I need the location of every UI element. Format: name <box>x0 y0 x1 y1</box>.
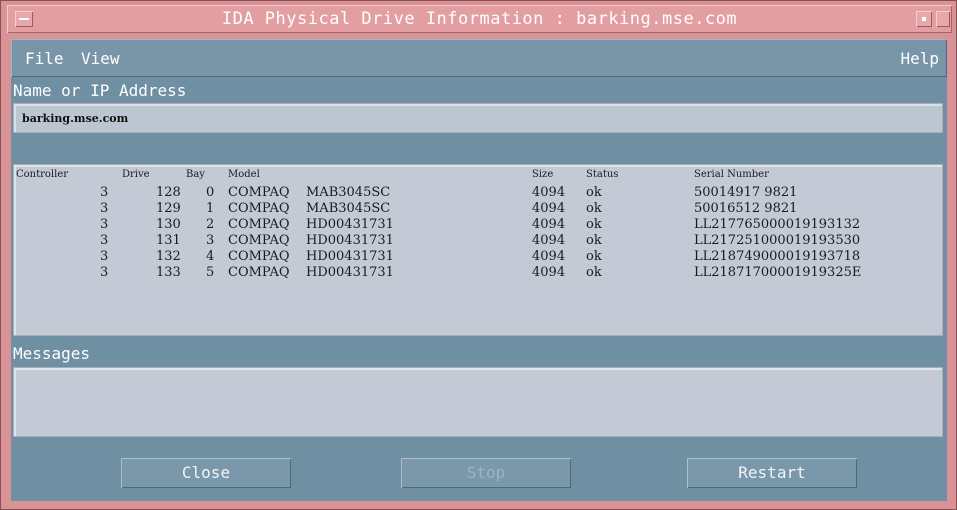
cell-model: HD00431731 <box>306 265 394 280</box>
title-bar[interactable]: IDA Physical Drive Information : barking… <box>7 5 952 33</box>
cell-bay: 1 <box>206 201 215 216</box>
cell-status: ok <box>586 201 602 216</box>
cell-bay: 5 <box>206 265 215 280</box>
cell-model: MAB3045SC <box>306 185 391 200</box>
table-row[interactable]: 3 130 2 COMPAQ HD00431731 4094 ok LL21776500001… <box>14 217 940 233</box>
restart-button[interactable]: Restart <box>687 458 857 488</box>
cell-vendor: COMPAQ <box>228 217 290 232</box>
cell-vendor: COMPAQ <box>228 233 290 248</box>
header-drive: Drive <box>122 169 150 180</box>
cell-serial: LL21871700001919325E <box>694 265 862 280</box>
header-size: Size <box>532 169 554 180</box>
maximize-button[interactable] <box>936 11 950 27</box>
menu-file[interactable]: File <box>25 49 64 68</box>
cell-drive: 133 <box>156 265 181 280</box>
address-label: Name or IP Address <box>11 81 947 101</box>
cell-vendor: COMPAQ <box>228 265 290 280</box>
cell-serial: 50016512 9821 <box>694 201 798 216</box>
menu-bar: File View Help <box>11 39 947 77</box>
cell-bay: 0 <box>206 185 215 200</box>
cell-controller: 3 <box>100 185 109 200</box>
cell-drive: 130 <box>156 217 181 232</box>
address-input[interactable]: barking.mse.com <box>13 103 943 133</box>
minimize-button[interactable] <box>916 11 932 27</box>
header-serial: Serial Number <box>694 169 769 180</box>
cell-size: 4094 <box>532 201 566 216</box>
cell-size: 4094 <box>532 249 566 264</box>
header-model: Model <box>228 169 260 180</box>
cell-model: MAB3045SC <box>306 201 391 216</box>
menu-help[interactable]: Help <box>900 49 939 68</box>
cell-serial: LL217251000019193530 <box>694 233 861 248</box>
cell-status: ok <box>586 249 602 264</box>
cell-controller: 3 <box>100 249 109 264</box>
table-row[interactable]: 3 129 1 COMPAQ MAB3045SC 4094 ok 50016512 9821 <box>14 201 940 217</box>
cell-model: HD00431731 <box>306 233 394 248</box>
minimize-icon <box>922 17 926 21</box>
cell-serial: LL218749000019193718 <box>694 249 861 264</box>
cell-status: ok <box>586 233 602 248</box>
cell-status: ok <box>586 265 602 280</box>
cell-serial: LL217765000019193132 <box>694 217 861 232</box>
client-area: File View Help Name or IP Address barkin… <box>11 39 947 501</box>
cell-size: 4094 <box>532 217 566 232</box>
table-row[interactable]: 3 131 3 COMPAQ HD00431731 4094 ok LL21725100001… <box>14 233 940 249</box>
cell-bay: 4 <box>206 249 215 264</box>
cell-status: ok <box>586 217 602 232</box>
cell-model: HD00431731 <box>306 249 394 264</box>
cell-controller: 3 <box>100 233 109 248</box>
window-title: IDA Physical Drive Information : barking… <box>221 9 738 29</box>
close-button[interactable]: Close <box>121 458 291 488</box>
cell-vendor: COMPAQ <box>228 185 290 200</box>
cell-bay: 2 <box>206 217 215 232</box>
cell-drive: 129 <box>156 201 181 216</box>
table-header: Controller Drive Bay Model Size Status S… <box>14 169 940 185</box>
cell-bay: 3 <box>206 233 215 248</box>
cell-size: 4094 <box>532 265 566 280</box>
cell-vendor: COMPAQ <box>228 201 290 216</box>
table-row[interactable]: 3 132 4 COMPAQ HD00431731 4094 ok LL21874900001… <box>14 249 940 265</box>
cell-model: HD00431731 <box>306 217 394 232</box>
table-row[interactable]: 3 133 5 COMPAQ HD00431731 4094 ok LL21871700001… <box>14 265 940 281</box>
cell-controller: 3 <box>100 265 109 280</box>
cell-drive: 132 <box>156 249 181 264</box>
messages-area[interactable] <box>13 367 943 437</box>
header-status: Status <box>586 169 619 180</box>
header-bay: Bay <box>186 169 205 180</box>
cell-size: 4094 <box>532 185 566 200</box>
cell-drive: 128 <box>156 185 181 200</box>
cell-size: 4094 <box>532 233 566 248</box>
table-row[interactable]: 3 128 0 COMPAQ MAB3045SC 4094 ok 50014917 9821 <box>14 185 940 201</box>
app-window: IDA Physical Drive Information : barking… <box>0 0 957 510</box>
cell-status: ok <box>586 185 602 200</box>
messages-label: Messages <box>11 344 947 364</box>
cell-serial: 50014917 9821 <box>694 185 798 200</box>
cell-controller: 3 <box>100 217 109 232</box>
header-controller: Controller <box>16 169 69 180</box>
cell-vendor: COMPAQ <box>228 249 290 264</box>
drive-table[interactable]: Controller Drive Bay Model Size Status S… <box>13 164 943 336</box>
cell-controller: 3 <box>100 201 109 216</box>
menu-view[interactable]: View <box>81 49 120 68</box>
stop-button[interactable]: Stop <box>401 458 571 488</box>
cell-drive: 131 <box>156 233 181 248</box>
